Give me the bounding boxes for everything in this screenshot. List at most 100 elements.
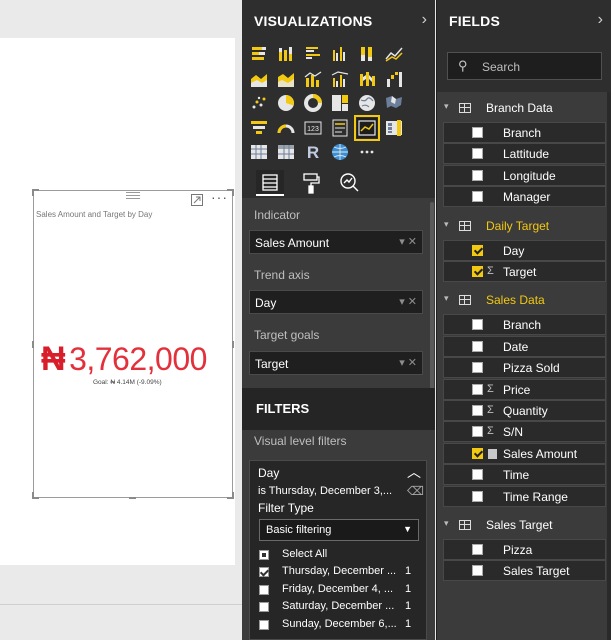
line-chart-icon[interactable] — [384, 44, 404, 64]
field-item[interactable]: Branch — [443, 122, 606, 143]
filter-option-select-all[interactable]: Select All — [259, 547, 419, 563]
donut-icon[interactable] — [303, 93, 323, 113]
resize-handle-tl-v[interactable] — [32, 189, 34, 196]
field-item[interactable]: Time — [443, 464, 606, 486]
field-checkbox[interactable] — [472, 447, 483, 459]
100-stacked-bar-icon[interactable] — [357, 44, 377, 64]
drag-grip-icon[interactable] — [126, 192, 140, 200]
well-dropdown-remove-icon[interactable]: ▾ ✕ — [399, 295, 417, 308]
field-checkbox[interactable] — [472, 544, 483, 555]
resize-handle-br-v[interactable] — [232, 492, 234, 499]
stacked-bar-icon[interactable] — [249, 44, 269, 64]
field-checkbox[interactable] — [472, 266, 483, 277]
field-checkbox[interactable] — [472, 127, 483, 138]
fields-search-input[interactable]: ⚲ Search — [447, 52, 602, 80]
globe-icon[interactable] — [330, 142, 350, 162]
field-checkbox[interactable] — [472, 490, 483, 502]
table-header[interactable]: ▾ Sales Data — [437, 290, 611, 312]
field-item[interactable]: Σ S/N — [443, 421, 606, 443]
resize-handle-tr-v[interactable] — [232, 189, 234, 196]
gauge-icon[interactable] — [276, 118, 296, 138]
field-checkbox[interactable] — [472, 319, 483, 331]
well-dropdown-remove-icon[interactable]: ▾ ✕ — [399, 235, 417, 248]
filter-option[interactable]: Thursday, December ... 1 — [259, 564, 419, 580]
filled-map-icon[interactable] — [384, 93, 404, 113]
field-item[interactable]: Longitude — [443, 164, 606, 186]
resize-handle-right[interactable] — [232, 341, 234, 348]
clear-filter-eraser-icon[interactable]: ⌫ — [407, 484, 424, 498]
format-paint-roller-icon[interactable] — [297, 170, 325, 196]
more-options-icon[interactable]: ··· — [211, 189, 228, 205]
chevron-down-icon[interactable]: ▾ — [444, 101, 449, 112]
indicator-well[interactable]: Sales Amount ▾ ✕ — [249, 230, 423, 254]
chevron-down-icon[interactable]: ▾ — [444, 518, 449, 529]
matrix-icon[interactable] — [276, 142, 296, 162]
field-item[interactable]: Pizza — [443, 539, 606, 560]
field-checkbox[interactable] — [472, 383, 483, 395]
stacked-area-icon[interactable] — [276, 69, 296, 89]
field-item[interactable]: Manager — [443, 186, 606, 208]
field-item[interactable]: Pizza Sold — [443, 357, 606, 379]
filter-type-select[interactable]: Basic filtering ▼ — [259, 519, 419, 541]
field-checkbox[interactable] — [472, 405, 483, 416]
resize-handle-bottom[interactable] — [129, 497, 136, 499]
area-chart-icon[interactable] — [249, 69, 269, 89]
field-item[interactable]: Branch — [443, 314, 606, 336]
trend-axis-well[interactable]: Day ▾ ✕ — [249, 290, 423, 314]
field-checkbox[interactable] — [472, 169, 483, 181]
field-checkbox[interactable] — [472, 340, 483, 352]
filter-option[interactable]: Sunday, December 6,... 1 — [259, 617, 419, 633]
chevron-down-icon[interactable]: ▾ — [444, 293, 449, 304]
target-goals-well[interactable]: Target ▾ ✕ — [249, 351, 423, 375]
multirow-card-icon[interactable] — [330, 118, 350, 138]
field-checkbox[interactable] — [472, 244, 483, 256]
checkbox[interactable] — [259, 602, 269, 612]
well-dropdown-remove-icon[interactable]: ▾ ✕ — [399, 356, 417, 369]
field-item[interactable]: Σ Price — [443, 378, 606, 400]
field-checkbox[interactable] — [472, 565, 483, 577]
field-item[interactable]: Time Range — [443, 485, 606, 507]
filter-option[interactable]: Friday, December 4, ... 1 — [259, 582, 419, 598]
line-column-icon[interactable] — [303, 69, 323, 89]
checkbox-partial[interactable] — [259, 550, 269, 560]
scatter-icon[interactable] — [249, 93, 269, 113]
map-icon[interactable] — [357, 93, 377, 113]
field-checkbox[interactable] — [472, 191, 483, 203]
field-item[interactable]: Sales Amount — [443, 442, 606, 464]
checkbox[interactable] — [259, 620, 269, 630]
field-item[interactable]: Sales Target — [443, 560, 606, 582]
table-header[interactable]: ▾ Branch Data — [437, 98, 611, 120]
field-item[interactable]: Σ Target — [443, 261, 606, 282]
collapse-visualizations-icon[interactable]: › — [422, 11, 427, 29]
clustered-column-icon[interactable] — [330, 44, 350, 64]
field-item[interactable]: Day — [443, 239, 606, 261]
table-header[interactable]: ▾ Daily Target — [437, 216, 611, 238]
resize-handle-left[interactable] — [32, 341, 34, 348]
slicer-icon[interactable] — [384, 118, 404, 138]
funnel-icon[interactable] — [249, 118, 269, 138]
card-icon[interactable]: 123 — [303, 118, 323, 138]
treemap-icon[interactable] — [330, 93, 350, 113]
stacked-column-icon[interactable] — [276, 44, 296, 64]
waterfall-icon[interactable] — [384, 69, 404, 89]
line-clustered-column-icon[interactable] — [330, 69, 350, 89]
table-icon[interactable] — [249, 142, 269, 162]
field-item[interactable]: Lattitude — [443, 143, 606, 165]
chevron-down-icon[interactable]: ▾ — [444, 219, 449, 230]
field-item[interactable]: Σ Quantity — [443, 400, 606, 421]
table-header[interactable]: ▾ Sales Target — [437, 515, 611, 537]
field-checkbox[interactable] — [472, 469, 483, 481]
r-visual-icon[interactable]: R — [303, 142, 323, 162]
pie-icon[interactable] — [276, 93, 296, 113]
checkbox-checked[interactable] — [259, 567, 269, 577]
field-item[interactable]: Date — [443, 335, 606, 357]
kpi-visual[interactable]: ··· Sales Amount and Target by Day ₦ 3,76… — [32, 189, 234, 499]
field-checkbox[interactable] — [472, 426, 483, 438]
analytics-magnifier-icon[interactable] — [336, 170, 364, 196]
field-checkbox[interactable] — [472, 148, 483, 160]
kpi-icon[interactable] — [354, 114, 380, 141]
resize-handle-bl-v[interactable] — [32, 492, 34, 499]
checkbox[interactable] — [259, 585, 269, 595]
collapse-fields-icon[interactable]: › — [598, 11, 603, 29]
collapse-filter-icon[interactable]: ︿ — [407, 462, 421, 482]
